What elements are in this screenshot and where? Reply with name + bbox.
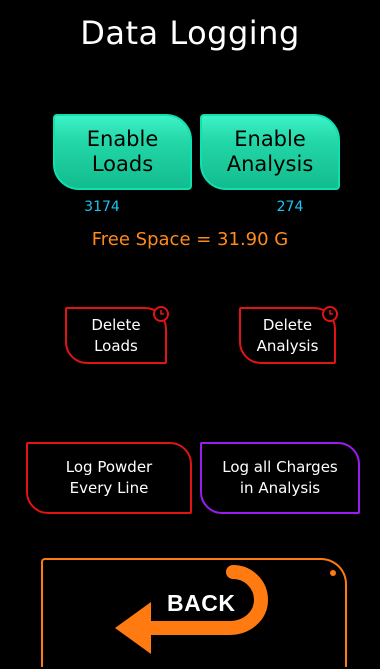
log-charges-label-line1: Log all Charges [222, 458, 338, 476]
delete-analysis-label-line1: Delete [262, 315, 313, 334]
clock-icon [153, 306, 169, 322]
analysis-count: 274 [276, 199, 304, 215]
back-button[interactable]: BACK [41, 558, 347, 667]
loads-count: 3174 [84, 199, 120, 215]
log-powder-label-line2: Every Line [69, 479, 149, 497]
log-all-charges-button[interactable]: Log all Charges in Analysis [200, 442, 360, 514]
enable-loads-label-line2: Loads [91, 152, 154, 176]
back-label: BACK [167, 590, 236, 616]
log-powder-label-line1: Log Powder [65, 458, 153, 476]
enable-loads-button[interactable]: Enable Loads [53, 114, 192, 190]
delete-loads-button[interactable]: Delete Loads [65, 306, 169, 364]
page-title: Data Logging [80, 14, 300, 52]
delete-loads-label-line1: Delete [91, 315, 141, 334]
log-charges-label-line2: in Analysis [239, 479, 321, 497]
enable-analysis-button[interactable]: Enable Analysis [200, 114, 340, 190]
enable-analysis-label-line2: Analysis [226, 152, 314, 176]
enable-analysis-label-line1: Enable [234, 127, 306, 151]
clock-icon [322, 306, 338, 322]
delete-analysis-label-line2: Analysis [256, 336, 319, 355]
delete-analysis-button[interactable]: Delete Analysis [239, 306, 338, 364]
enable-loads-label-line1: Enable [86, 127, 159, 151]
delete-loads-label-line2: Loads [94, 336, 138, 355]
free-space-readout: Free Space = 31.90 G [91, 229, 289, 250]
log-powder-every-line-button[interactable]: Log Powder Every Line [26, 442, 192, 514]
